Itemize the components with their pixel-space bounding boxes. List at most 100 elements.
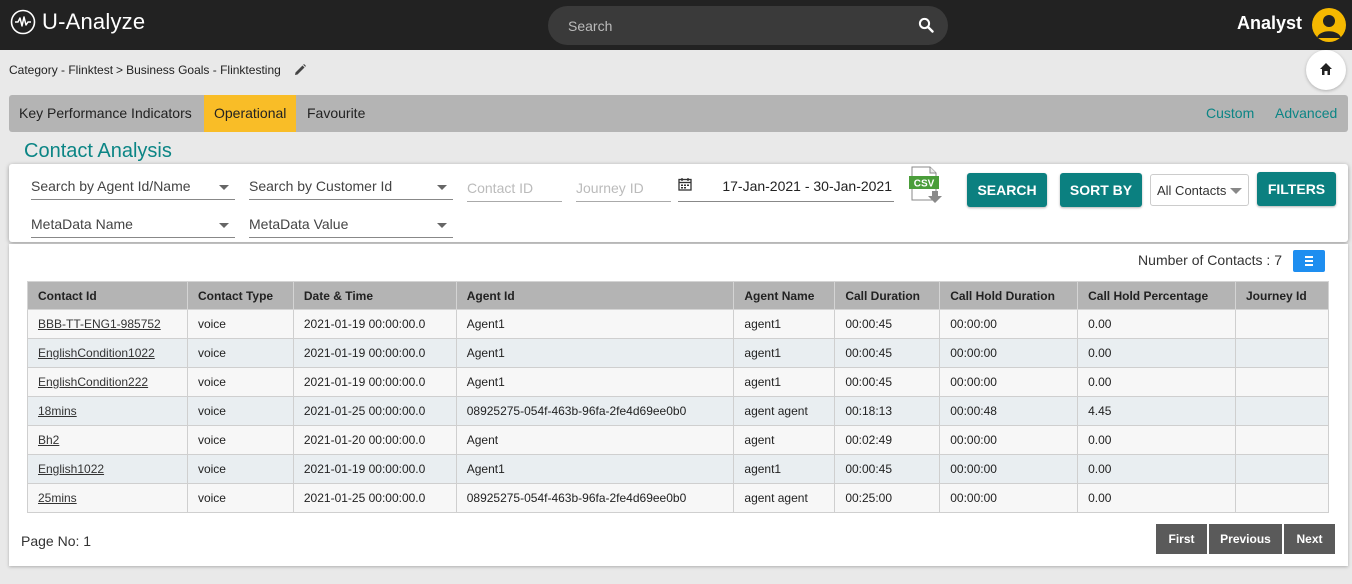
table-row: EnglishCondition222 voice 2021-01-19 00:… <box>27 367 1330 397</box>
user-name[interactable]: Analyst <box>1237 13 1302 34</box>
table-cell <box>1234 309 1330 339</box>
table-cell: 2021-01-19 00:00:00.0 <box>292 309 457 339</box>
contact-id-link[interactable]: 25mins <box>38 491 77 505</box>
search-input[interactable] <box>568 16 898 36</box>
menu-icon-line <box>1305 264 1313 266</box>
column-header[interactable]: Contact Type <box>186 281 294 310</box>
breadcrumb-category[interactable]: Category - Flinktest <box>9 63 113 77</box>
app-name: U-Analyze <box>42 9 146 34</box>
tab-favourite[interactable]: Favourite <box>297 95 375 132</box>
contact-id-link[interactable]: Bh2 <box>38 433 59 447</box>
table-cell: BBB-TT-ENG1-985752 <box>27 309 188 339</box>
table-row: 18mins voice 2021-01-25 00:00:00.0 08925… <box>27 396 1330 426</box>
journey-id-input[interactable] <box>576 176 671 200</box>
contact-id-link[interactable]: EnglishCondition222 <box>38 375 148 389</box>
table-cell: 00:18:13 <box>834 396 941 426</box>
brand[interactable]: U-Analyze <box>10 9 145 35</box>
column-header[interactable]: Call Duration <box>834 281 941 310</box>
table-cell: agent agent <box>733 483 836 513</box>
table-cell: English1022 <box>27 454 188 484</box>
table-cell: agent1 <box>733 367 836 397</box>
table-cell: 00:02:49 <box>834 425 941 455</box>
contact-id-field <box>467 176 562 202</box>
table-cell: Bh2 <box>27 425 188 455</box>
table-cell: voice <box>186 309 294 339</box>
customer-dropdown[interactable]: Search by Customer Id <box>249 174 453 200</box>
table-cell: agent1 <box>733 309 836 339</box>
contact-id-link[interactable]: 18mins <box>38 404 77 418</box>
table-cell: Agent1 <box>455 309 735 339</box>
table-cell <box>1234 338 1330 368</box>
column-header[interactable]: Call Hold Duration <box>939 281 1079 310</box>
column-header[interactable]: Contact Id <box>27 281 188 310</box>
chevron-down-icon <box>1230 188 1242 194</box>
table-cell: 00:00:00 <box>939 309 1079 339</box>
table-cell: 0.00 <box>1077 454 1236 484</box>
tab-custom[interactable]: Custom <box>1206 95 1254 132</box>
filters-button[interactable]: FILTERS <box>1257 172 1336 206</box>
tab-operational[interactable]: Operational <box>204 95 297 132</box>
table-row: 25mins voice 2021-01-25 00:00:00.0 08925… <box>27 483 1330 513</box>
menu-icon-line <box>1305 260 1313 262</box>
chevron-down-icon <box>437 185 447 190</box>
date-range-value: 17-Jan-2021 - 30-Jan-2021 <box>722 178 892 194</box>
table-cell: 0.00 <box>1077 338 1236 368</box>
metadata-value-label: MetaData Value <box>249 216 349 232</box>
chevron-down-icon <box>437 223 447 228</box>
contact-id-link[interactable]: EnglishCondition1022 <box>38 346 155 360</box>
first-page-button[interactable]: First <box>1156 524 1207 554</box>
table-cell: 00:00:45 <box>834 309 941 339</box>
column-header[interactable]: Journey Id <box>1234 281 1330 310</box>
search-button[interactable]: SEARCH <box>967 173 1047 207</box>
table-cell: 0.00 <box>1077 309 1236 339</box>
column-header[interactable]: Agent Name <box>733 281 836 310</box>
contact-id-link[interactable]: BBB-TT-ENG1-985752 <box>38 317 161 331</box>
breadcrumb-goals[interactable]: Business Goals - Flinktesting <box>126 63 281 77</box>
calendar-icon <box>678 178 692 191</box>
table-cell: 2021-01-19 00:00:00.0 <box>292 338 457 368</box>
table-cell: EnglishCondition1022 <box>27 338 188 368</box>
table-cell: 4.45 <box>1077 396 1236 426</box>
contact-id-link[interactable]: English1022 <box>38 462 104 476</box>
pencil-edit-icon[interactable] <box>293 63 307 77</box>
table-cell: Agent1 <box>455 454 735 484</box>
table-cell: 00:00:48 <box>939 396 1079 426</box>
contact-id-input[interactable] <box>467 176 562 200</box>
contacts-select[interactable]: All Contacts <box>1150 174 1249 206</box>
tabs-bar: Key Performance Indicators Operational F… <box>9 95 1348 132</box>
metadata-value-dropdown[interactable]: MetaData Value <box>249 212 453 238</box>
table-cell: 0.00 <box>1077 367 1236 397</box>
contacts-table: Contact Id Contact Type Date & Time Agen… <box>27 281 1330 513</box>
customer-dropdown-label: Search by Customer Id <box>249 178 393 194</box>
avatar[interactable] <box>1312 8 1346 42</box>
breadcrumb: Category - Flinktest > Business Goals - … <box>9 63 307 77</box>
table-cell: voice <box>186 425 294 455</box>
column-header[interactable]: Call Hold Percentage <box>1077 281 1236 310</box>
agent-dropdown[interactable]: Search by Agent Id/Name <box>31 174 235 200</box>
table-cell: 00:00:00 <box>939 483 1079 513</box>
global-search <box>548 6 948 45</box>
journey-id-field <box>576 176 671 202</box>
column-header[interactable]: Agent Id <box>455 281 735 310</box>
table-cell: agent1 <box>733 338 836 368</box>
previous-page-button[interactable]: Previous <box>1209 524 1282 554</box>
page-number: Page No: 1 <box>21 533 92 549</box>
results-panel: Number of Contacts : 7 Contact Id Contac… <box>9 244 1348 566</box>
table-cell: 00:00:00 <box>939 425 1079 455</box>
sort-by-button[interactable]: SORT BY <box>1060 173 1142 207</box>
search-icon[interactable] <box>918 17 934 33</box>
tab-key-performance-indicators[interactable]: Key Performance Indicators <box>9 95 202 132</box>
table-cell: 00:00:45 <box>834 338 941 368</box>
page-title: Contact Analysis <box>24 140 172 162</box>
table-cell <box>1234 454 1330 484</box>
date-range-picker[interactable]: 17-Jan-2021 - 30-Jan-2021 <box>678 172 894 202</box>
next-page-button[interactable]: Next <box>1284 524 1335 554</box>
column-menu-button[interactable] <box>1293 250 1325 272</box>
home-button[interactable] <box>1306 50 1346 90</box>
csv-download-icon[interactable]: CSV <box>908 166 944 204</box>
column-header[interactable]: Date & Time <box>292 281 457 310</box>
tab-advanced[interactable]: Advanced <box>1275 95 1337 132</box>
metadata-name-dropdown[interactable]: MetaData Name <box>31 212 235 238</box>
table-cell: 08925275-054f-463b-96fa-2fe4d69ee0b0 <box>455 396 735 426</box>
table-cell <box>1234 396 1330 426</box>
